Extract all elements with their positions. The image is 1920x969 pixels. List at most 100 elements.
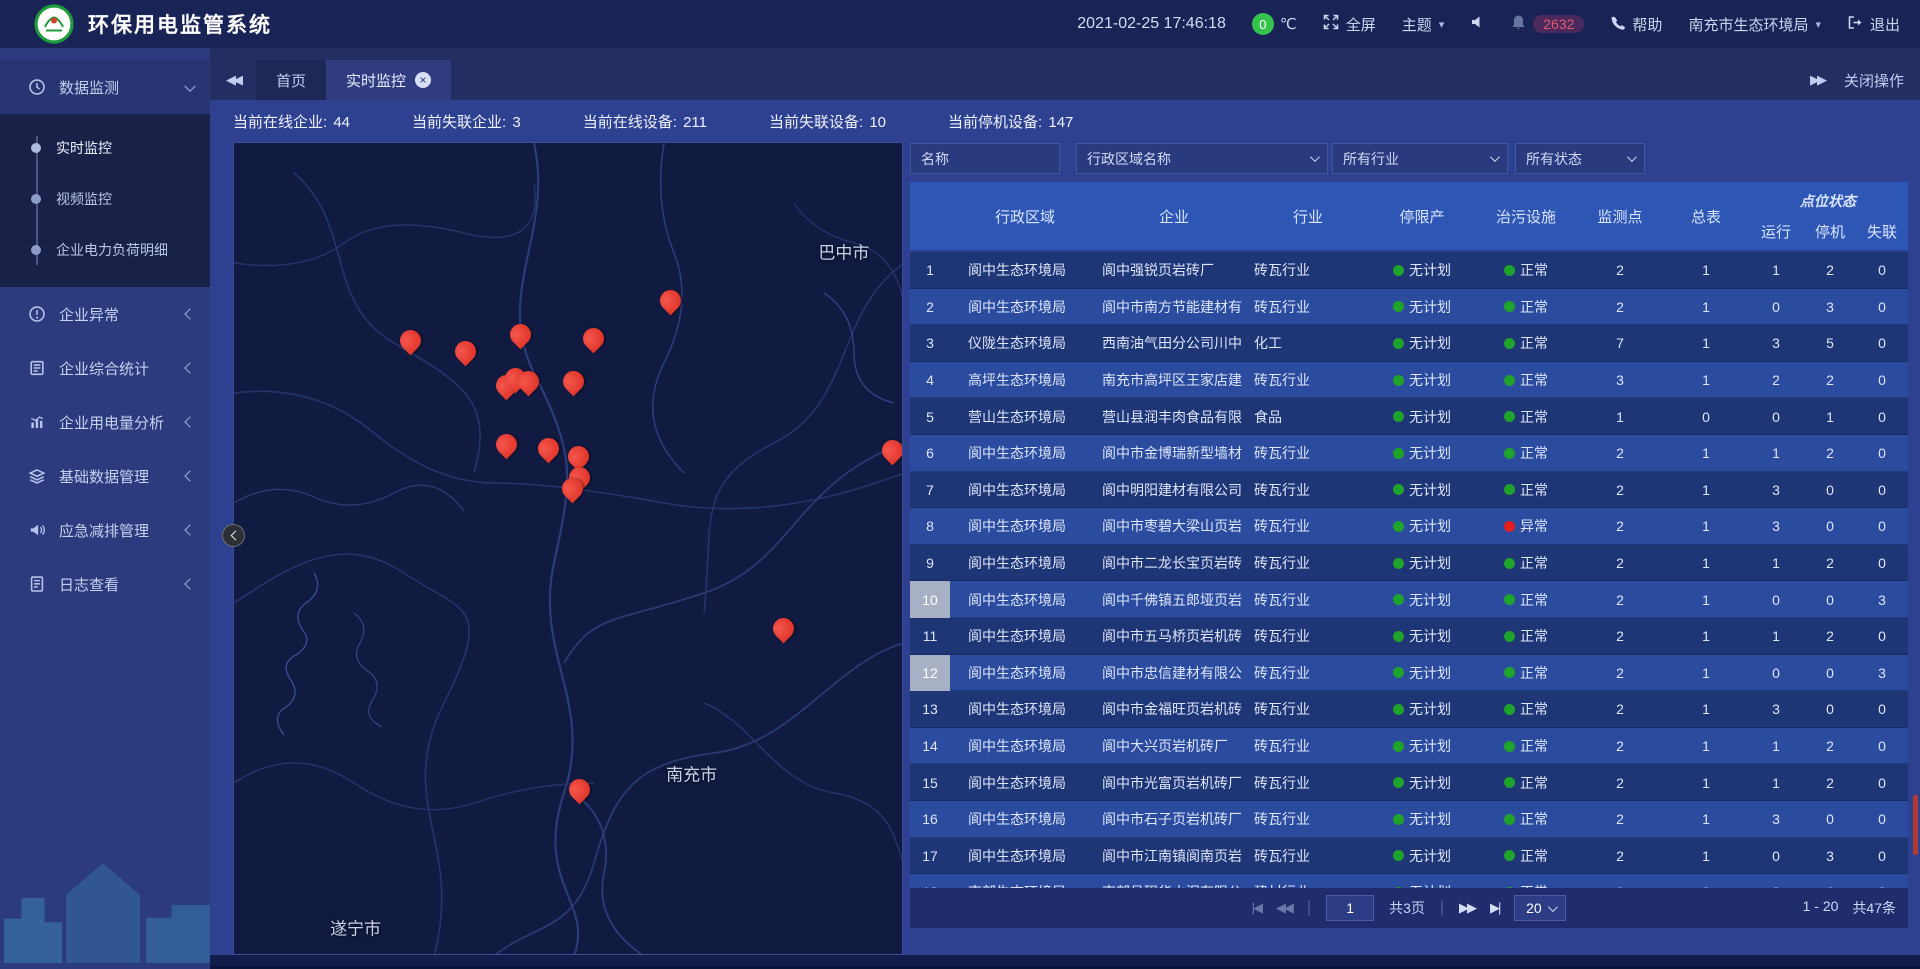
table-row[interactable]: 11阆中生态环境局阆中市五马桥页岩机砖砖瓦行业无计划正常21120 xyxy=(910,618,1908,655)
cell-run: 2 xyxy=(1748,372,1804,388)
logout-button[interactable]: 退出 xyxy=(1847,14,1900,35)
col-run: 运行 xyxy=(1748,221,1804,242)
last-page-button[interactable]: ▶| xyxy=(1490,900,1499,916)
status-text: 正常 xyxy=(1520,736,1548,756)
tabs-scroll-right-button[interactable]: ▶▶ xyxy=(1810,72,1824,88)
cell-industry: 砖瓦行业 xyxy=(1248,480,1368,500)
status-text: 无计划 xyxy=(1409,480,1451,500)
sidebar-subitem-power-load-detail[interactable]: 企业电力负荷明细 xyxy=(0,224,210,275)
cell-lost: 0 xyxy=(1856,445,1908,461)
table-row[interactable]: 13阆中生态环境局阆中市金福旺页岩机砖砖瓦行业无计划正常21300 xyxy=(910,691,1908,728)
cell-limit-status: 无计划 xyxy=(1368,407,1476,427)
cell-industry: 砖瓦行业 xyxy=(1248,663,1368,683)
user-dropdown[interactable]: 南充市生态环境局 ▾ xyxy=(1688,14,1821,35)
table-row[interactable]: 5营山生态环境局营山县润丰肉食品有限食品无计划正常10010 xyxy=(910,398,1908,435)
sidebar-subitem-realtime-monitor[interactable]: 实时监控 xyxy=(0,122,210,173)
previous-page-button[interactable]: ◀◀ xyxy=(1276,900,1292,916)
table-row[interactable]: 7阆中生态环境局阆中明阳建材有限公司砖瓦行业无计划正常21300 xyxy=(910,472,1908,509)
cell-run: 1 xyxy=(1748,555,1804,571)
sidebar-subitem-video-monitor[interactable]: 视频监控 xyxy=(0,173,210,224)
cell-meter: 1 xyxy=(1664,665,1748,681)
sidebar-submenu: 实时监控视频监控企业电力负荷明细 xyxy=(0,114,210,287)
name-filter-input[interactable] xyxy=(910,143,1060,174)
table-row[interactable]: 10阆中生态环境局阆中千佛镇五郎垭页岩砖瓦行业无计划正常21003 xyxy=(910,581,1908,618)
status-dot xyxy=(1504,484,1515,495)
notification-count-badge: 2632 xyxy=(1533,15,1584,33)
theme-dropdown[interactable]: 主题 ▾ xyxy=(1402,14,1445,35)
table-header: 行政区域 企业 行业 停限产 治污设施 监测点 总表 点位状态 运行 停机 失联 xyxy=(910,182,1908,250)
page-size-select[interactable]: 20 xyxy=(1514,895,1566,921)
cell-meter: 1 xyxy=(1664,848,1748,864)
notifications[interactable]: 2632 xyxy=(1511,14,1584,34)
tab-realtime-monitor[interactable]: 实时监控× xyxy=(326,60,451,100)
scrollbar-thumb[interactable] xyxy=(1913,795,1918,855)
sidebar-item-log-view[interactable]: 日志查看 xyxy=(0,557,210,611)
table-row[interactable]: 15阆中生态环境局阆中市光富页岩机砖厂砖瓦行业无计划正常21120 xyxy=(910,764,1908,801)
cell-facility-status: 正常 xyxy=(1476,809,1576,829)
table-row[interactable]: 8阆中生态环境局阆中市枣碧大梁山页岩砖瓦行业无计划异常21300 xyxy=(910,508,1908,545)
status-text: 无计划 xyxy=(1409,553,1451,573)
collapse-sidebar-button[interactable] xyxy=(222,524,245,547)
cell-region: 阆中生态环境局 xyxy=(950,516,1100,536)
sidebar-item-enterprise-stats[interactable]: 企业综合统计 xyxy=(0,341,210,395)
close-operations-button[interactable]: 关闭操作 xyxy=(1844,70,1904,91)
cell-company: 营山县润丰肉食品有限 xyxy=(1100,407,1248,427)
bullet-dot-icon xyxy=(31,143,41,153)
cell-run: 3 xyxy=(1748,518,1804,534)
status-dot xyxy=(1504,741,1515,752)
log-icon xyxy=(28,575,46,593)
table-row[interactable]: 18南部生态环境局南部县砚华水泥有限公建材行业无计划正常60060 xyxy=(910,874,1908,888)
table-row[interactable]: 16阆中生态环境局阆中市石子页岩机砖厂砖瓦行业无计划正常21300 xyxy=(910,801,1908,838)
sidebar-item-label: 数据监测 xyxy=(59,77,119,98)
datetime: 2021-02-25 17:46:18 xyxy=(1077,15,1226,33)
table-row[interactable]: 14阆中生态环境局阆中大兴页岩机砖厂砖瓦行业无计划正常21120 xyxy=(910,728,1908,765)
status-dot xyxy=(1393,484,1404,495)
status-text: 无计划 xyxy=(1409,809,1451,829)
region-filter-select[interactable]: 行政区域名称 xyxy=(1076,143,1328,174)
next-page-button[interactable]: ▶▶ xyxy=(1459,900,1475,916)
help-button[interactable]: 帮助 xyxy=(1610,14,1662,35)
cell-run: 1 xyxy=(1748,738,1804,754)
table-row[interactable]: 6阆中生态环境局阆中市金博瑞新型墙材砖瓦行业无计划正常21120 xyxy=(910,435,1908,472)
cell-company: 阆中市忠信建材有限公 xyxy=(1100,663,1248,683)
sidebar-item-base-data[interactable]: 基础数据管理 xyxy=(0,449,210,503)
tabs-scroll-left-button[interactable]: ◀◀ xyxy=(210,60,256,100)
horn-icon xyxy=(28,521,46,539)
map-panel[interactable]: 巴中市南充市遂宁市 xyxy=(233,142,903,955)
chevron-down-icon xyxy=(1310,152,1320,162)
sidebar-item-data-monitor[interactable]: 数据监测 xyxy=(0,60,210,114)
table-row[interactable]: 12阆中生态环境局阆中市忠信建材有限公砖瓦行业无计划正常21003 xyxy=(910,655,1908,692)
status-dot xyxy=(1393,265,1404,276)
col-meter: 总表 xyxy=(1664,182,1748,250)
cell-region: 阆中生态环境局 xyxy=(950,736,1100,756)
fullscreen-button[interactable]: 全屏 xyxy=(1323,14,1376,35)
cell-run: 3 xyxy=(1748,701,1804,717)
row-index: 7 xyxy=(910,472,950,509)
status-text: 无计划 xyxy=(1409,443,1451,463)
sidebar-item-enterprise-abnormal[interactable]: 企业异常 xyxy=(0,287,210,341)
page-number-input[interactable]: 1 xyxy=(1326,895,1374,921)
industry-filter-select[interactable]: 所有行业 xyxy=(1332,143,1508,174)
tab-home[interactable]: 首页 xyxy=(256,60,326,100)
table-row[interactable]: 2阆中生态环境局阆中市南方节能建材有砖瓦行业无计划正常21030 xyxy=(910,289,1908,326)
col-point-status-group: 点位状态 运行 停机 失联 xyxy=(1748,182,1908,250)
table-row[interactable]: 4高坪生态环境局南充市高坪区王家店建砖瓦行业无计划正常31220 xyxy=(910,362,1908,399)
table-row[interactable]: 9阆中生态环境局阆中市二龙长宝页岩砖砖瓦行业无计划正常21120 xyxy=(910,545,1908,582)
table-row[interactable]: 17阆中生态环境局阆中市江南镇阆南页岩砖瓦行业无计划正常21030 xyxy=(910,838,1908,875)
sidebar-item-emergency-reduction[interactable]: 应急减排管理 xyxy=(0,503,210,557)
close-icon[interactable]: × xyxy=(415,72,431,88)
mute-button[interactable] xyxy=(1470,15,1485,33)
cell-company: 阆中市五马桥页岩机砖 xyxy=(1100,626,1248,646)
cell-stop: 5 xyxy=(1804,335,1856,351)
col-limit: 停限产 xyxy=(1368,182,1476,250)
cell-run: 0 xyxy=(1748,665,1804,681)
sidebar-menu: 数据监测实时监控视频监控企业电力负荷明细企业异常企业综合统计企业用电量分析基础数… xyxy=(0,48,210,611)
sidebar-item-power-analysis[interactable]: 企业用电量分析 xyxy=(0,395,210,449)
table-row[interactable]: 1阆中生态环境局阆中强锐页岩砖厂砖瓦行业无计划正常21120 xyxy=(910,252,1908,289)
tab-list: 首页实时监控× xyxy=(256,60,451,100)
status-filter-select[interactable]: 所有状态 xyxy=(1515,143,1645,174)
first-page-button[interactable]: |◀ xyxy=(1252,900,1261,916)
table-row[interactable]: 3仪陇生态环境局西南油气田分公司川中化工无计划正常71350 xyxy=(910,325,1908,362)
status-text: 无计划 xyxy=(1409,663,1451,683)
status-text: 正常 xyxy=(1520,590,1548,610)
